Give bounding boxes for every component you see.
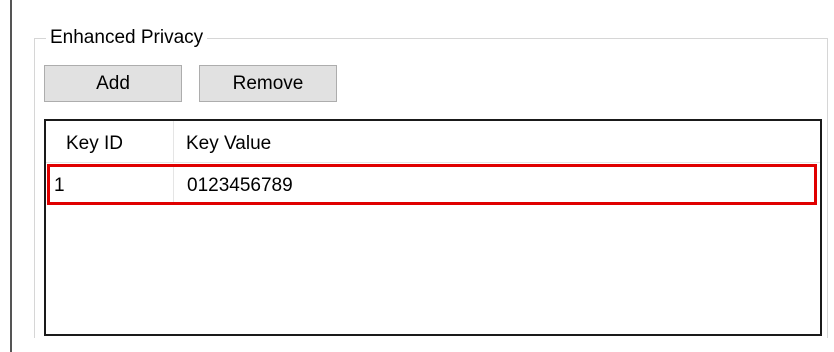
table-row[interactable]: 1 0123456789 [47,164,817,205]
cell-key-id[interactable]: 1 [50,167,174,202]
column-header-key-id[interactable]: Key ID [46,121,174,162]
group-title: Enhanced Privacy [46,26,208,50]
table-header: Key ID Key Value [46,121,820,163]
add-button[interactable]: Add [44,65,182,102]
cell-key-value[interactable]: 0123456789 [174,167,814,202]
column-header-key-value[interactable]: Key Value [174,121,820,162]
keys-table[interactable]: Key ID Key Value 1 0123456789 [44,119,822,336]
remove-button[interactable]: Remove [199,65,337,102]
left-divider [10,0,12,352]
